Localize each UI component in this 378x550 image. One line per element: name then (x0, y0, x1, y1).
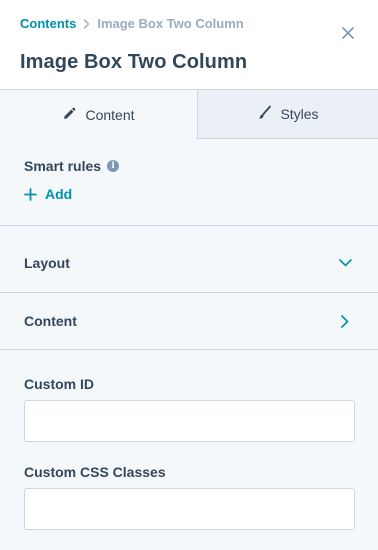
section-content-label: Content (24, 313, 77, 329)
info-icon[interactable]: i (107, 160, 120, 172)
smart-rules-text: Smart rules (24, 158, 102, 174)
pencil-icon (62, 106, 77, 124)
add-label: Add (45, 186, 73, 202)
page-title: Image Box Two Column (20, 51, 248, 73)
tab-bar: Content Styles (0, 89, 378, 139)
tab-content-label: Content (85, 106, 135, 123)
section-content[interactable]: Content (0, 293, 378, 349)
divider (0, 349, 378, 350)
breadcrumb-link-contents[interactable]: Contents (20, 16, 76, 31)
breadcrumb: Contents Image Box Two Column (20, 16, 244, 31)
plus-icon (24, 187, 37, 201)
tab-content[interactable]: Content (0, 90, 198, 139)
chevron-right-icon (83, 18, 90, 29)
divider (0, 225, 378, 226)
custom-css-input[interactable] (24, 488, 355, 530)
section-layout-label: Layout (24, 255, 70, 271)
tab-styles-label: Styles (280, 106, 319, 122)
custom-id-label: Custom ID (24, 376, 94, 392)
section-layout[interactable]: Layout (0, 235, 378, 291)
smart-rules-label: Smart rules i (24, 158, 120, 174)
content-panel: Smart rules i Add Layout Content Custom … (0, 139, 378, 550)
custom-css-label: Custom CSS Classes (24, 464, 166, 480)
custom-id-input[interactable] (24, 400, 355, 442)
chevron-down-icon (337, 255, 353, 271)
close-icon (342, 27, 354, 39)
brush-icon (257, 105, 272, 123)
chevron-right-icon (337, 313, 353, 329)
tab-styles[interactable]: Styles (198, 90, 378, 139)
breadcrumb-current: Image Box Two Column (97, 16, 244, 31)
close-button[interactable] (336, 21, 360, 45)
panel-header: Contents Image Box Two Column Image Box … (0, 0, 378, 90)
add-smart-rule-button[interactable]: Add (24, 186, 72, 202)
